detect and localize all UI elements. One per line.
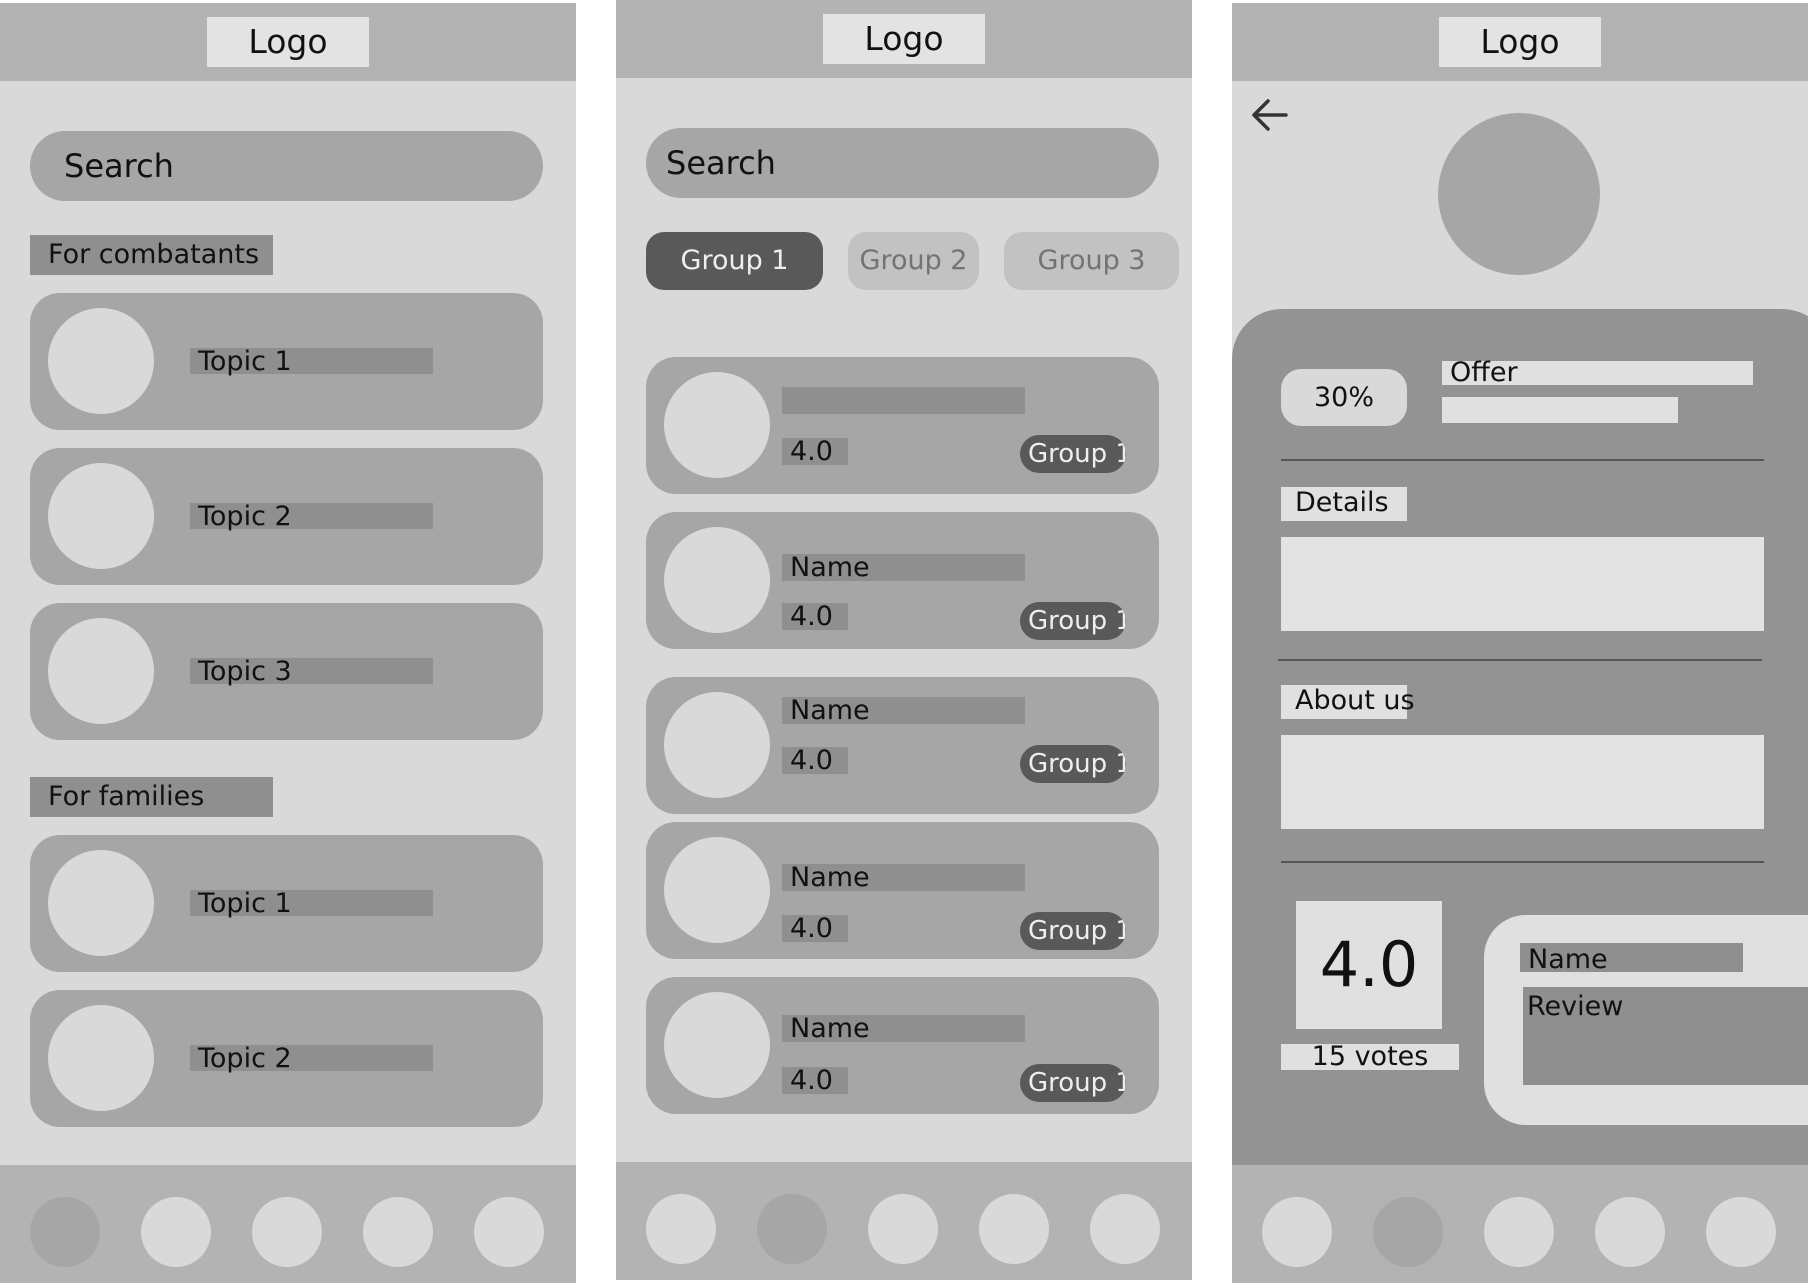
- item-group-badge: Group 1: [1020, 912, 1126, 950]
- item-group-badge: Group 1: [1020, 602, 1126, 640]
- topic-card[interactable]: Topic 1: [30, 293, 543, 430]
- review-text: Review: [1523, 987, 1808, 1085]
- nav-item[interactable]: [646, 1194, 716, 1264]
- topic-avatar: [48, 463, 154, 569]
- bottom-nav: [616, 1162, 1192, 1280]
- divider: [1278, 659, 1762, 661]
- topic-avatar: [48, 618, 154, 724]
- item-avatar: [664, 372, 770, 478]
- topic-label: Topic 1: [190, 890, 433, 918]
- rating-score: 4.0: [1296, 901, 1442, 1029]
- topic-card[interactable]: Topic 2: [30, 990, 543, 1127]
- details-label: Details: [1281, 487, 1407, 521]
- item-avatar: [664, 992, 770, 1098]
- offer-subtitle-placeholder: [1442, 397, 1678, 423]
- divider: [1281, 459, 1764, 461]
- logo: Logo: [207, 17, 369, 67]
- filter-chip-group-2[interactable]: Group 2: [848, 232, 979, 290]
- nav-item[interactable]: [474, 1197, 544, 1267]
- item-name: Name: [782, 554, 1025, 582]
- nav-item[interactable]: [1262, 1197, 1332, 1267]
- item-rating: 4.0: [782, 915, 848, 943]
- item-rating: 4.0: [782, 438, 848, 466]
- topic-avatar: [48, 308, 154, 414]
- item-avatar: [664, 692, 770, 798]
- bottom-nav: [1232, 1165, 1808, 1283]
- back-button[interactable]: [1248, 95, 1292, 135]
- list-item[interactable]: Name 4.0 Group 1: [646, 512, 1159, 649]
- screen-listing: Logo Search Group 1 Group 2 Group 3 4.0 …: [616, 0, 1192, 1280]
- bottom-nav: [0, 1165, 576, 1283]
- filter-chip-group-1[interactable]: Group 1: [646, 232, 823, 290]
- screen-detail: Logo 30% Offer Details About us 4.0 15 v…: [1232, 3, 1808, 1283]
- nav-item[interactable]: [141, 1197, 211, 1267]
- logo: Logo: [1439, 17, 1601, 67]
- review-card[interactable]: Name Review: [1484, 915, 1808, 1125]
- topic-label: Topic 3: [190, 658, 433, 686]
- search-input[interactable]: Search: [646, 128, 1159, 198]
- nav-item[interactable]: [1484, 1197, 1554, 1267]
- about-us-label: About us: [1281, 685, 1415, 719]
- nav-item[interactable]: [1706, 1197, 1776, 1267]
- list-item[interactable]: 4.0 Group 1: [646, 357, 1159, 494]
- details-content: [1281, 537, 1764, 631]
- topic-label: Topic 2: [190, 1045, 433, 1073]
- item-rating: 4.0: [782, 1067, 848, 1095]
- nav-item[interactable]: [363, 1197, 433, 1267]
- item-name: [782, 387, 1025, 414]
- item-avatar: [664, 837, 770, 943]
- topic-card[interactable]: Topic 3: [30, 603, 543, 740]
- about-us-content: [1281, 735, 1764, 829]
- filter-chip-group-3[interactable]: Group 3: [1004, 232, 1179, 290]
- votes-count: 15 votes: [1281, 1043, 1459, 1070]
- nav-item[interactable]: [868, 1194, 938, 1264]
- item-rating: 4.0: [782, 747, 848, 775]
- item-avatar: [664, 527, 770, 633]
- item-rating: 4.0: [782, 603, 848, 631]
- profile-avatar: [1438, 113, 1600, 275]
- topic-card[interactable]: Topic 1: [30, 835, 543, 972]
- nav-item[interactable]: [1090, 1194, 1160, 1264]
- item-group-badge: Group 1: [1020, 745, 1126, 783]
- nav-item[interactable]: [1595, 1197, 1665, 1267]
- list-item[interactable]: Name 4.0 Group 1: [646, 822, 1159, 959]
- screen-topics: Logo Search For combatants Topic 1 Topic…: [0, 3, 576, 1283]
- nav-item[interactable]: [757, 1194, 827, 1264]
- section-label-families: For families: [30, 777, 273, 817]
- section-label-combatants: For combatants: [30, 235, 273, 275]
- header: Logo: [0, 3, 576, 81]
- reviewer-name: Name: [1520, 943, 1743, 975]
- topic-label: Topic 1: [190, 348, 433, 376]
- nav-item[interactable]: [979, 1194, 1049, 1264]
- topic-card[interactable]: Topic 2: [30, 448, 543, 585]
- list-item[interactable]: Name 4.0 Group 1: [646, 977, 1159, 1114]
- item-group-badge: Group 1: [1020, 1064, 1126, 1102]
- item-name: Name: [782, 697, 1025, 725]
- nav-item[interactable]: [252, 1197, 322, 1267]
- logo: Logo: [823, 14, 985, 64]
- list-item[interactable]: Name 4.0 Group 1: [646, 677, 1159, 814]
- discount-badge: 30%: [1281, 369, 1407, 426]
- header: Logo: [616, 0, 1192, 78]
- topic-avatar: [48, 1005, 154, 1111]
- header: Logo: [1232, 3, 1808, 81]
- item-name: Name: [782, 1015, 1025, 1043]
- offer-title: Offer: [1442, 359, 1753, 386]
- topic-label: Topic 2: [190, 503, 433, 531]
- item-group-badge: Group 1: [1020, 435, 1126, 473]
- detail-panel: 30% Offer Details About us 4.0 15 votes …: [1232, 309, 1808, 1169]
- divider: [1281, 861, 1764, 863]
- nav-item[interactable]: [30, 1197, 100, 1267]
- nav-item[interactable]: [1373, 1197, 1443, 1267]
- search-input[interactable]: Search: [30, 131, 543, 201]
- topic-avatar: [48, 850, 154, 956]
- arrow-left-icon: [1252, 99, 1288, 131]
- item-name: Name: [782, 864, 1025, 892]
